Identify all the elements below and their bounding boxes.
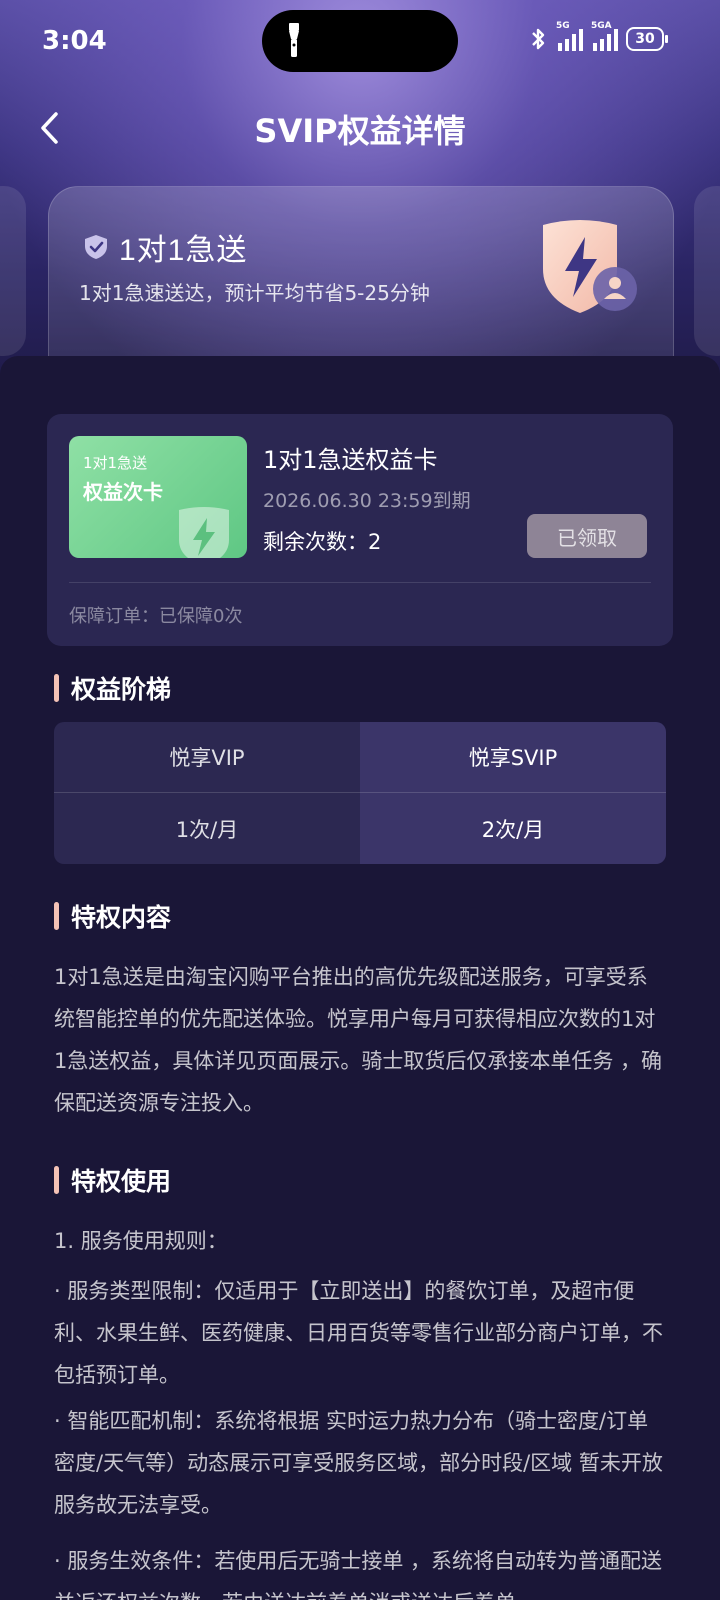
benefit-card-title: 1对1急送权益卡 <box>263 446 438 474</box>
usage-rule-service-type: · 服务类型限制：仅适用于【立即送出】的餐饮订单，及超市便利、水果生鲜、医药健康… <box>54 1279 663 1387</box>
dynamic-island <box>262 10 458 72</box>
quota-card: 1对1急送 权益次卡 1对1急送权益卡 2026.06.30 23:59到期 剩… <box>47 414 673 646</box>
signal-5g-icon: 5G <box>556 21 583 51</box>
section-title-text: 权益阶梯 <box>71 675 172 704</box>
bluetooth-icon <box>532 28 545 50</box>
flashlight-icon <box>289 23 299 57</box>
benefit-count-card-image: 1对1急送 权益次卡 <box>69 436 247 558</box>
section-title-text: 特权使用 <box>71 1167 172 1196</box>
signal-5g-label: 5G <box>556 21 570 31</box>
status-bar: 3:04 5G 5GA 30 <box>0 0 720 84</box>
lightning-icon <box>179 507 229 558</box>
section-accent-bar <box>54 1166 59 1194</box>
claimed-button[interactable]: 已领取 <box>527 514 647 558</box>
status-icons: 5G 5GA 30 <box>528 21 668 52</box>
tier-value-vip: 1次/月 <box>175 817 239 842</box>
section-accent-bar <box>54 902 59 930</box>
tier-column-svip: 悦享SVIP 2次/月 <box>360 722 666 864</box>
usage-rule-effective: · 服务生效条件：若使用后无骑士接单 ，系统将自动转为普通配送并返还权益次数，若… <box>54 1549 663 1600</box>
privilege-content-text: 1对1急送是由淘宝闪购平台推出的高优先级配送服务，可享受系统智能控单的优先配送体… <box>54 965 663 1115</box>
usage-rule-matching: · 智能匹配机制：系统将根据 实时运力热力分布（骑士密度/订单密度/天气等）动态… <box>54 1409 663 1517</box>
benefit-card-badge-big: 权益次卡 <box>83 480 163 504</box>
tier-column-vip: 悦享VIP 1次/月 <box>54 722 360 864</box>
signal-5ga-icon: 5GA <box>591 21 618 51</box>
benefit-card-expiry: 2026.06.30 23:59到期 <box>263 490 471 512</box>
benefit-card-badge-small: 1对1急送 <box>83 454 148 472</box>
section-title-usage: 特权使用 <box>54 1162 171 1198</box>
status-time: 3:04 <box>42 26 107 56</box>
tier-value-svip: 2次/月 <box>481 817 545 842</box>
section-accent-bar <box>54 674 59 702</box>
battery-icon: 30 <box>626 27 668 51</box>
shield-check-icon <box>85 235 107 259</box>
tier-header-svip: 悦享SVIP <box>360 722 666 793</box>
tier-table: 悦享VIP 1次/月 悦享SVIP 2次/月 <box>54 722 666 864</box>
tier-header-vip: 悦享VIP <box>54 722 360 793</box>
carousel-prev-card[interactable] <box>0 186 26 356</box>
feature-title: 1对1急送 <box>83 225 247 269</box>
section-title-content: 特权内容 <box>54 898 171 934</box>
battery-level: 30 <box>635 31 655 47</box>
page-header: SVIP权益详情 <box>0 96 720 160</box>
feature-description: 1对1急速送达，预计平均节省5-25分钟 <box>79 281 430 305</box>
feature-name: 1对1急送 <box>119 234 248 267</box>
benefit-card-remaining: 剩余次数：2 <box>263 530 382 554</box>
divider <box>69 582 651 583</box>
section-title-text: 特权内容 <box>71 903 172 932</box>
lightning-shield-icon <box>543 220 637 313</box>
usage-rule-heading: 1. 服务使用规则： <box>54 1229 228 1253</box>
signal-5ga-label: 5GA <box>591 21 612 31</box>
carousel-next-card[interactable] <box>694 186 720 356</box>
guarantee-status: 保障订单：已保障0次 <box>69 606 243 627</box>
section-title-tiers: 权益阶梯 <box>54 670 171 706</box>
page-title: SVIP权益详情 <box>254 112 466 150</box>
